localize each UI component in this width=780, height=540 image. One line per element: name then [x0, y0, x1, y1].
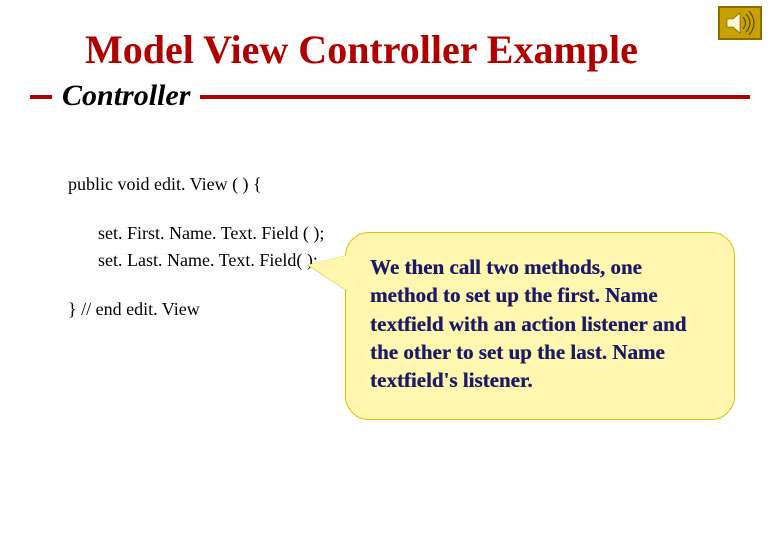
callout-text: We then call two methods, one method to …	[370, 253, 710, 395]
speaker-icon	[725, 11, 755, 35]
sound-icon	[718, 6, 762, 40]
divider-right	[200, 95, 750, 99]
callout-bubble: We then call two methods, one method to …	[345, 232, 735, 420]
page-title: Model View Controller Example	[0, 0, 780, 79]
divider-row: Controller	[0, 79, 780, 115]
code-line: public void edit. View ( ) {	[68, 171, 750, 198]
divider-left	[30, 95, 52, 99]
page-subtitle: Controller	[52, 79, 200, 115]
